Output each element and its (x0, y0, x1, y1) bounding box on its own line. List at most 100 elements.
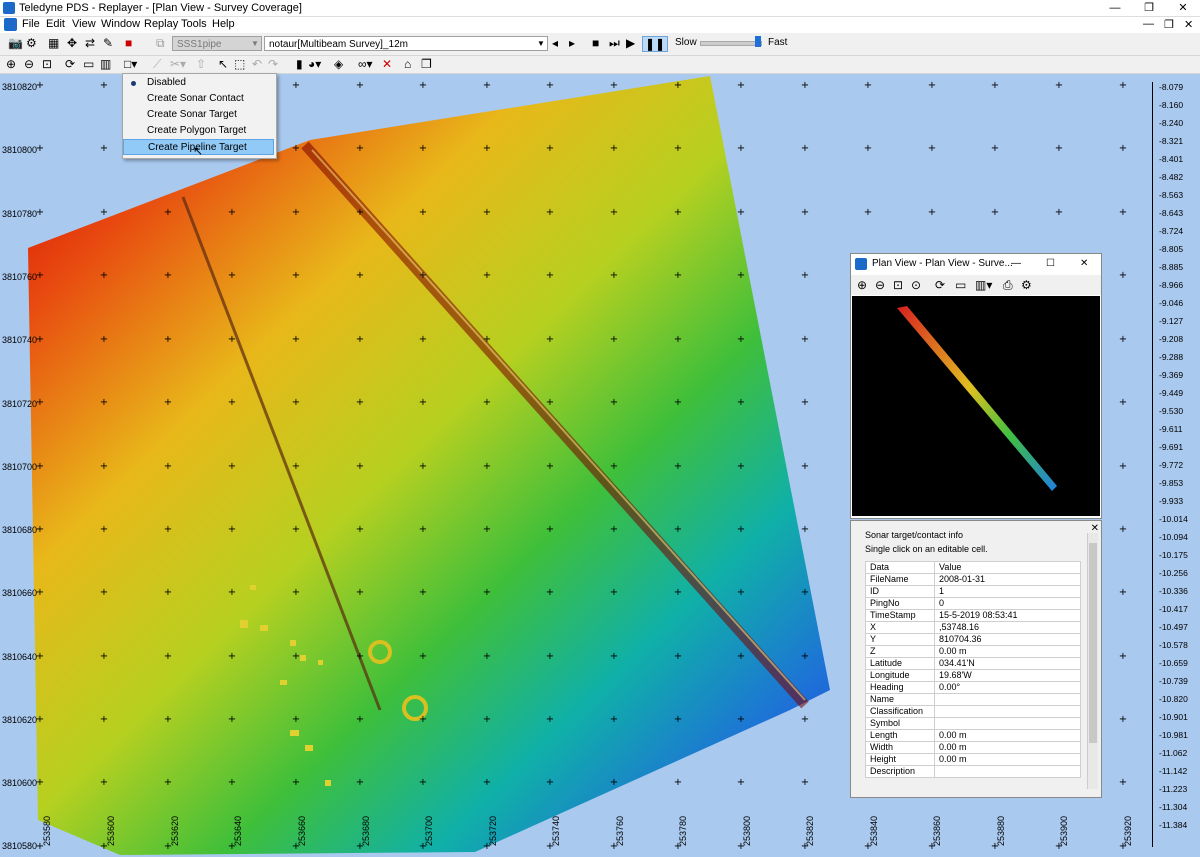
menu-item-create-sonar-contact[interactable]: Create Sonar Contact (123, 91, 274, 107)
arrows-icon[interactable]: ⇄ (85, 36, 95, 50)
row-value[interactable] (934, 705, 1081, 718)
chevron-down-icon: ▼ (537, 39, 545, 48)
row-value[interactable]: 0.00 m (934, 729, 1081, 742)
play-icon[interactable]: ▶ (626, 36, 635, 50)
draw-icon[interactable]: ⟋ (153, 57, 161, 71)
source-combo-value: SSS1pipe (177, 39, 222, 50)
menu-item-create-polygon-target[interactable]: Create Polygon Target (123, 123, 274, 139)
minimize-button[interactable]: — (1098, 0, 1132, 16)
overview-canvas[interactable] (852, 296, 1100, 516)
row-value[interactable]: 034.41'N (934, 657, 1081, 670)
survey-combo[interactable]: notaur[Multibeam Survey]_12m ▼ (264, 36, 548, 51)
menu-tools[interactable]: Tools (181, 18, 207, 30)
close-button[interactable]: ✕ (1166, 0, 1200, 16)
menu-file[interactable]: File (22, 18, 40, 30)
menu-replay[interactable]: Replay (144, 18, 178, 30)
speed-slider[interactable] (700, 41, 762, 46)
row-value[interactable]: 0.00 m (934, 645, 1081, 658)
menu-view[interactable]: View (72, 18, 96, 30)
refresh-icon[interactable]: ⟳ (65, 57, 75, 71)
layers-icon[interactable]: ⧉ (156, 36, 165, 50)
pause-icon[interactable]: ❚❚ (642, 36, 669, 52)
mdi-close-button[interactable]: ✕ (1184, 18, 1193, 31)
undo-icon[interactable]: ↶ (252, 57, 262, 71)
next-icon[interactable]: ⏭ (609, 36, 620, 50)
row-value[interactable]: 0.00° (934, 681, 1081, 694)
palette-icon[interactable]: ▮ (296, 57, 303, 71)
subwindow-maximize-button[interactable]: ☐ (1046, 254, 1055, 274)
row-value[interactable]: 19.68'W (934, 669, 1081, 682)
pointer-icon[interactable]: ↖ (218, 57, 228, 71)
chart-icon[interactable]: ▦ (48, 36, 59, 50)
speed-slider-thumb[interactable] (755, 36, 761, 47)
grid-icon[interactable]: ▥ (100, 57, 111, 71)
mdi-restore-button[interactable]: ❐ (1164, 18, 1174, 31)
stop-icon[interactable]: ■ (592, 36, 599, 50)
pencil-icon[interactable]: ✎ (103, 36, 113, 50)
refresh-icon[interactable]: ⟳ (935, 278, 945, 292)
edit-tool-icon[interactable]: ✂▾ (170, 57, 186, 71)
row-value[interactable]: 15-5-2019 08:53:41 (934, 609, 1081, 622)
zoom-out-icon[interactable]: ⊖ (24, 57, 34, 71)
x-axis-label: 253860 (932, 815, 942, 846)
row-value[interactable] (934, 693, 1081, 706)
grid-icon[interactable]: ▥▾ (975, 278, 992, 292)
close-icon[interactable]: ✕ (382, 57, 392, 71)
scrollbar-thumb[interactable] (1089, 543, 1097, 743)
zoom-window-icon[interactable]: ⊙ (911, 278, 921, 292)
gear-icon[interactable]: ⚙ (26, 36, 37, 50)
nav-icon[interactable]: ⌂ (404, 57, 411, 71)
subwindow-close-button[interactable]: ✕ (1080, 254, 1088, 274)
legend-label: -10.417 (1159, 604, 1188, 614)
up-arrow-icon[interactable]: ⇧ (196, 57, 206, 71)
mdi-icon[interactable] (4, 18, 17, 31)
export-icon[interactable]: ⎙ (1003, 278, 1013, 292)
zoom-in-icon[interactable]: ⊕ (857, 278, 867, 292)
row-value[interactable]: 1 (934, 585, 1081, 598)
menu-window[interactable]: Window (101, 18, 140, 30)
menu-help[interactable]: Help (212, 18, 235, 30)
row-value[interactable]: ,53748.16 (934, 621, 1081, 634)
redo-icon[interactable]: ↷ (268, 57, 278, 71)
table-row: ID 1 (865, 585, 1081, 598)
row-value[interactable]: 0.00 m (934, 753, 1081, 766)
delete-icon[interactable]: ■ (125, 36, 132, 50)
step-back-icon[interactable]: ◂ (552, 36, 558, 50)
table-row: Description (865, 765, 1081, 778)
zoom-extent-icon[interactable]: ⊡ (42, 57, 52, 71)
color-icon[interactable]: ◈ (334, 57, 343, 71)
table-row: Latitude 034.41'N (865, 657, 1081, 670)
camera-icon[interactable]: 📷 (8, 36, 23, 50)
settings-icon[interactable]: ⚙ (1021, 278, 1032, 292)
row-value[interactable]: 0.00 m (934, 741, 1081, 754)
menu-edit[interactable]: Edit (46, 18, 65, 30)
tools-icon[interactable]: ✥ (67, 36, 77, 50)
source-combo[interactable]: SSS1pipe ▼ (172, 36, 262, 51)
menu-item-create-sonar-target[interactable]: Create Sonar Target (123, 107, 274, 123)
app-icon (855, 258, 867, 270)
zoom-extent-icon[interactable]: ⊡ (893, 278, 903, 292)
row-value[interactable] (934, 717, 1081, 730)
target-mode-button[interactable]: □▾ (124, 57, 137, 71)
subwindow-minimize-button[interactable]: — (1011, 254, 1021, 274)
zoom-in-icon[interactable]: ⊕ (6, 57, 16, 71)
row-key: ID (865, 585, 935, 598)
row-value[interactable]: 2008-01-31 (934, 573, 1081, 586)
row-value[interactable]: 0 (934, 597, 1081, 610)
menu-item-disabled[interactable]: Disabled (123, 75, 274, 91)
row-value[interactable]: 810704.36 (934, 633, 1081, 646)
row-value[interactable] (934, 765, 1081, 778)
select-icon[interactable]: ⬚ (234, 57, 245, 71)
zoom-out-icon[interactable]: ⊖ (875, 278, 885, 292)
link-icon[interactable]: ∞▾ (358, 57, 373, 71)
row-key: Width (865, 741, 935, 754)
ruler-icon[interactable]: ▭ (955, 278, 966, 292)
row-key: Symbol (865, 717, 935, 730)
mdi-minimize-button[interactable]: — (1143, 18, 1154, 30)
window-icon[interactable]: ❐ (421, 57, 432, 71)
colormap-icon[interactable]: ◕▾ (308, 57, 321, 71)
maximize-button[interactable]: ❐ (1132, 0, 1166, 16)
info-scrollbar[interactable] (1087, 533, 1098, 789)
ruler-icon[interactable]: ▭ (83, 57, 94, 71)
step-forward-icon[interactable]: ▸ (569, 36, 575, 50)
